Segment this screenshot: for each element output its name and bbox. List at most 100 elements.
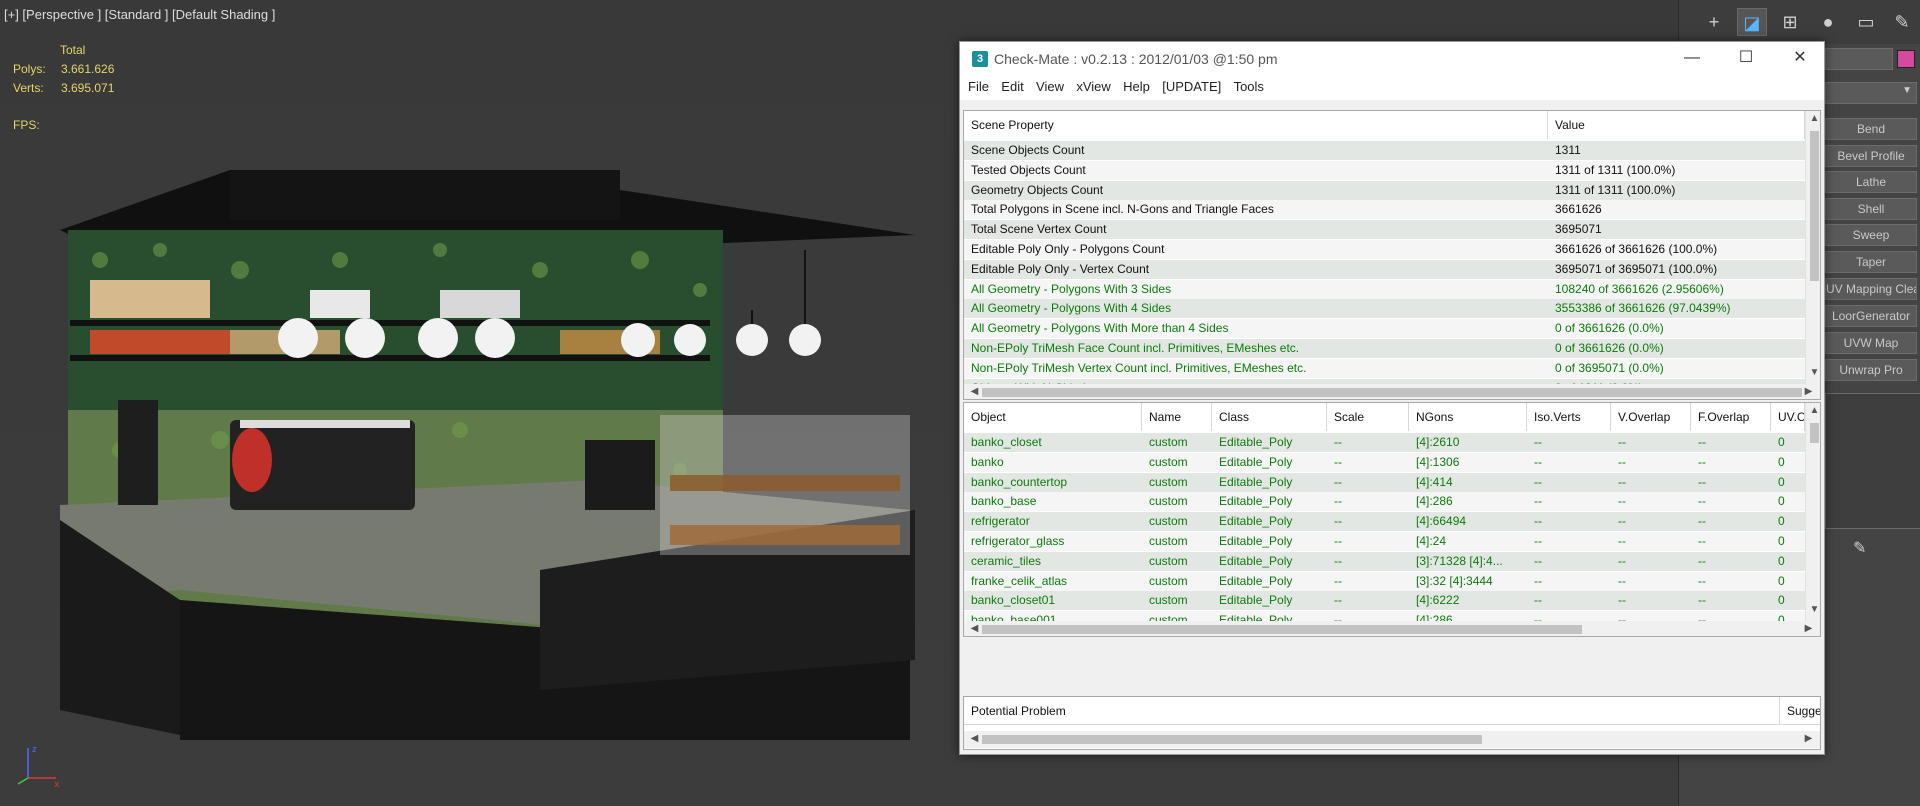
header-class[interactable]: Class (1212, 403, 1327, 431)
problem-hscroll-thumb[interactable] (982, 735, 1482, 744)
scene-property-row[interactable]: Editable Poly Only - Vertex Count 3695071… (964, 259, 1805, 279)
object-row[interactable]: banko_base001 custom Editable_Poly -- [4]:28… (964, 611, 1805, 621)
plus-icon[interactable]: + (1699, 8, 1729, 36)
object-row[interactable]: banko custom Editable_Poly -- [4]:1306 -- -- --… (964, 452, 1805, 472)
modifier-button-uv-mapping-clear[interactable]: UV Mapping Clear (1825, 278, 1917, 300)
viewport-label[interactable]: [+] [Perspective ] [Standard ] [Default … (4, 7, 275, 22)
object-row[interactable]: ceramic_tiles custom Editable_Poly -- [3]:71… (964, 551, 1805, 571)
header-scale[interactable]: Scale (1327, 403, 1409, 431)
object-row[interactable]: refrigerator custom Editable_Poly -- [4]:664… (964, 512, 1805, 532)
scene-property-row[interactable]: All Geometry - Polygons With 4 Sides 3553… (964, 299, 1805, 319)
scroll-down-icon[interactable]: ▼ (1806, 604, 1820, 615)
scene-property-row[interactable]: Scene Objects Count 1311 (964, 141, 1805, 160)
object-row[interactable]: banko_closet custom Editable_Poly -- [4]:261… (964, 433, 1805, 452)
scroll-up-icon[interactable]: ▲ (1806, 405, 1820, 416)
scene-hscroll-thumb[interactable] (982, 388, 1802, 397)
modifier-button-bend[interactable]: Bend (1825, 118, 1917, 140)
scroll-up-icon[interactable]: ▲ (1806, 113, 1820, 124)
modify-icon[interactable]: ◪ (1737, 8, 1767, 36)
scene-property-row[interactable]: Geometry Objects Count 1311 of 1311 (100.… (964, 180, 1805, 200)
scene-property-row[interactable]: All Geometry - Polygons With 3 Sides 1082… (964, 279, 1805, 299)
scene-table-hscroll[interactable]: ◀ ▶ (964, 384, 1820, 399)
object-name-field[interactable] (1825, 48, 1893, 70)
scroll-left-icon[interactable]: ◀ (966, 623, 983, 634)
scene-property-row[interactable]: Editable Poly Only - Polygons Count 36616… (964, 240, 1805, 259)
scene-property-row[interactable]: Non-EPoly TriMesh Vertex Count incl. Pri… (964, 358, 1805, 378)
scene-property-row[interactable]: Total Polygons in Scene incl. N-Gons and… (964, 200, 1805, 220)
maximize-button[interactable]: ☐ (1724, 44, 1768, 74)
motion-icon[interactable]: ● (1813, 8, 1843, 36)
object-cell-iso-verts: -- (1534, 613, 1542, 621)
hierarchy-icon[interactable]: ⊞ (1775, 8, 1805, 36)
menu-help[interactable]: Help (1123, 76, 1156, 94)
display-icon[interactable]: ▭ (1851, 8, 1881, 36)
modifier-button-floor-generator[interactable]: LoorGenerator (1825, 305, 1917, 327)
scene-property-row[interactable]: Non-EPoly TriMesh Face Count incl. Primi… (964, 339, 1805, 358)
object-cell-class: Editable_Poly (1219, 573, 1293, 588)
menu-tools[interactable]: Tools (1234, 76, 1270, 94)
header-ngons[interactable]: NGons (1409, 403, 1527, 431)
scroll-right-icon[interactable]: ▶ (1800, 623, 1817, 634)
header-potential-problem[interactable]: Potential Problem (964, 697, 1780, 725)
header-name[interactable]: Name (1142, 403, 1212, 431)
utilities-icon[interactable]: ✎ (1887, 8, 1917, 36)
scene-property-row[interactable]: Total Scene Vertex Count 3695071 (964, 220, 1805, 240)
menu-xview[interactable]: xView (1076, 76, 1116, 94)
object-table-hscroll[interactable]: ◀ ▶ (964, 621, 1820, 636)
scene-value-cell: 0 of 3695071 (0.0%) (1555, 360, 1664, 375)
header-scene-property[interactable]: Scene Property (964, 111, 1548, 139)
object-table[interactable]: Object Name Class Scale NGons Iso.Verts V.Over… (963, 402, 1821, 637)
scroll-right-icon[interactable]: ▶ (1800, 386, 1817, 397)
modifier-stack-box[interactable] (1825, 393, 1920, 529)
header-suggestion[interactable]: Sugge (1780, 697, 1820, 725)
header-uv-c[interactable]: UV.C (1771, 403, 1805, 431)
scene-property-row[interactable]: All Geometry - Polygons With More than 4… (964, 319, 1805, 339)
title-bar[interactable]: 3 Check-Mate : v0.2.13 : 2012/01/03 @1:5… (960, 42, 1824, 76)
potential-problem-table[interactable]: Potential Problem Sugge ◀ ▶ (963, 696, 1821, 750)
object-row[interactable]: refrigerator_glass custom Editable_Poly -- [… (964, 532, 1805, 551)
scene-table-vscroll[interactable]: ▲ ▼ (1805, 111, 1820, 384)
object-row[interactable]: banko_closet01 custom Editable_Poly -- [4]:6… (964, 591, 1805, 611)
close-button[interactable]: ✕ (1778, 44, 1822, 74)
configure-sets-icon[interactable]: ✎ (1853, 538, 1866, 558)
menu-view[interactable]: View (1036, 76, 1070, 94)
object-hscroll-thumb[interactable] (982, 625, 1582, 634)
menu-update[interactable]: [UPDATE] (1162, 76, 1227, 94)
modifier-list-dropdown[interactable]: ▼ (1825, 82, 1917, 104)
modifier-button-unwrap-pro[interactable]: Unwrap Pro (1825, 359, 1917, 381)
object-cell-name: custom (1149, 534, 1188, 548)
scene-property-cell: Non-EPoly TriMesh Vertex Count incl. Pri… (971, 360, 1307, 375)
modifier-button-lathe[interactable]: Lathe (1825, 171, 1917, 193)
object-color-swatch[interactable] (1897, 50, 1915, 68)
problem-table-hscroll[interactable]: ◀ ▶ (964, 731, 1820, 748)
scene-property-row[interactable]: Tested Objects Count 1311 of 1311 (100.0%… (964, 160, 1805, 180)
stats-verts: Verts: 3.695.071 (13, 81, 114, 95)
object-vscroll-thumb[interactable] (1810, 423, 1819, 443)
modifier-button-shell[interactable]: Shell (1825, 198, 1917, 220)
object-row[interactable]: franke_celik_atlas custom Editable_Poly -- [… (964, 571, 1805, 591)
modifier-button-taper[interactable]: Taper (1825, 251, 1917, 273)
object-cell-f-overlap: -- (1698, 514, 1706, 529)
object-cell-class: Editable_Poly (1219, 613, 1293, 621)
menu-file[interactable]: File (968, 76, 995, 94)
object-row[interactable]: banko_countertop custom Editable_Poly -- [4]… (964, 472, 1805, 492)
scroll-left-icon[interactable]: ◀ (966, 733, 983, 744)
scroll-left-icon[interactable]: ◀ (966, 386, 983, 397)
modifier-button-sweep[interactable]: Sweep (1825, 224, 1917, 246)
menu-edit[interactable]: Edit (1001, 76, 1029, 94)
scroll-right-icon[interactable]: ▶ (1800, 733, 1817, 744)
header-iso-verts[interactable]: Iso.Verts (1527, 403, 1611, 431)
header-f-overlap[interactable]: F.Overlap (1691, 403, 1771, 431)
scene-property-table[interactable]: Scene Property Value Scene Objects Count 13… (963, 110, 1821, 400)
header-value[interactable]: Value (1548, 111, 1805, 139)
header-v-overlap[interactable]: V.Overlap (1611, 403, 1691, 431)
minimize-button[interactable]: — (1670, 44, 1714, 74)
header-object[interactable]: Object (964, 403, 1142, 431)
modifier-button-uvw-map[interactable]: UVW Map (1825, 332, 1917, 354)
modifier-button-bevel-profile[interactable]: Bevel Profile (1825, 145, 1917, 167)
scene-vscroll-thumb[interactable] (1810, 131, 1819, 281)
scroll-down-icon[interactable]: ▼ (1806, 367, 1820, 378)
object-row[interactable]: banko_base custom Editable_Poly -- [4]:286 --… (964, 492, 1805, 512)
object-table-vscroll[interactable]: ▲ ▼ (1805, 403, 1820, 621)
window-title: Check-Mate : v0.2.13 : 2012/01/03 @1:50 … (994, 51, 1278, 67)
